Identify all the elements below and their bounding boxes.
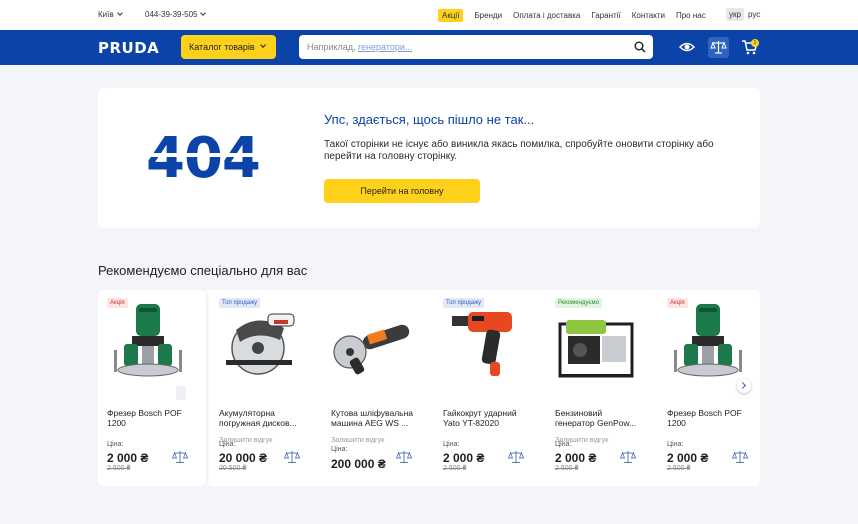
product-price: 20 000 ₴ <box>219 451 268 465</box>
router-tool-image <box>114 304 182 377</box>
site-logo[interactable]: PRUDA <box>98 39 159 57</box>
product-name[interactable]: Фрезер Bosch POF 1200 <box>107 408 195 428</box>
scales-icon <box>710 41 727 54</box>
product-name[interactable]: Бензиновий генератор GenPow... <box>555 408 643 428</box>
chevron-down-icon <box>259 42 266 48</box>
compare-icon[interactable] <box>732 450 748 464</box>
language-switcher: укр рус <box>726 8 761 21</box>
chevron-down-icon <box>116 10 123 16</box>
compare-button[interactable] <box>708 37 729 58</box>
generator-image <box>558 320 634 378</box>
recommendations-title: Рекомендуємо спеціально для вас <box>98 263 308 278</box>
error-title: Упс, здається, щось пішло не так... <box>324 112 535 127</box>
product-name[interactable]: Гайкокрут ударний Yato YT-82020 <box>443 408 531 428</box>
price-label: Ціна: <box>219 441 236 448</box>
search-placeholder: Наприклад, генератори... <box>307 42 412 52</box>
search-input[interactable]: Наприклад, генератори... <box>299 35 653 59</box>
product-price: 2 000 ₴ <box>443 451 485 465</box>
price-label: Ціна: <box>555 441 572 448</box>
product-carousel: Акція Фрезер Bosch POF 1200 Ціна: 2 000 … <box>98 290 760 486</box>
product-card[interactable]: Акція Фрезер Bosch POF 1200 Ціна: 2 000 … <box>98 290 206 486</box>
compare-icon[interactable] <box>284 450 300 464</box>
catalog-button[interactable]: Каталог товарів <box>181 35 276 59</box>
product-name[interactable]: Кутова шліфувальна машина AEG WS ... <box>331 408 419 428</box>
price-label: Ціна: <box>331 446 348 453</box>
top-bar: Київ 044-39-39-505 Акції Бренди Оплата і… <box>0 0 858 30</box>
product-price: 2 000 ₴ <box>555 451 597 465</box>
phone-selector[interactable]: 044-39-39-505 <box>145 10 207 19</box>
carousel-next-button[interactable] <box>737 379 751 393</box>
nav-link-warranty[interactable]: Гарантії <box>591 11 620 20</box>
impact-wrench-image <box>452 312 512 376</box>
compare-icon[interactable] <box>172 450 188 464</box>
lang-ukr[interactable]: укр <box>726 8 744 21</box>
compare-icon[interactable] <box>396 450 412 464</box>
search-icon[interactable] <box>634 41 646 53</box>
search-placeholder-prefix: Наприклад, <box>307 42 358 52</box>
phone-number: 044-39-39-505 <box>145 10 198 19</box>
router-tool-image <box>674 304 742 377</box>
product-card[interactable]: Кутова шліфувальна машина AEG WS ... Зал… <box>322 290 430 486</box>
error-code-stripe <box>142 153 260 157</box>
main-header: PRUDA Каталог товарів Наприклад, генерат… <box>0 30 858 65</box>
go-home-button[interactable]: Перейти на головну <box>324 179 480 203</box>
catalog-button-label: Каталог товарів <box>189 42 255 52</box>
product-price: 2 000 ₴ <box>107 451 149 465</box>
price-label: Ціна: <box>443 441 460 448</box>
price-label: Ціна: <box>107 441 124 448</box>
compare-icon[interactable] <box>620 450 636 464</box>
circular-saw-image <box>226 313 295 375</box>
nav-link-contacts[interactable]: Контакти <box>632 11 665 20</box>
product-price: 200 000 ₴ <box>331 457 386 471</box>
old-price: 20 500 ₴ <box>219 465 247 472</box>
top-nav: Акції Бренди Оплата і доставка Гарантії … <box>438 9 706 22</box>
old-price: 2 500 ₴ <box>443 465 467 472</box>
error-code: 404 <box>146 126 261 191</box>
product-name[interactable]: Акумуляторна погружная дисков... <box>219 408 307 428</box>
product-card[interactable]: Топ продажу Гайкокрут ударний Yato YT-82… <box>434 290 542 486</box>
error-card: 404 Упс, здається, щось пішло не так... … <box>98 88 760 228</box>
nav-link-promotions[interactable]: Акції <box>438 9 464 22</box>
old-price: 2 500 ₴ <box>107 465 131 472</box>
old-price: 2 500 ₴ <box>555 465 579 472</box>
product-card[interactable]: Рекомендуємо Бензиновий генератор GenPow… <box>546 290 654 486</box>
eye-icon[interactable] <box>678 38 696 56</box>
product-price: 2 000 ₴ <box>667 451 709 465</box>
error-description: Такої сторінки не існує або виникла якас… <box>324 139 714 162</box>
chevron-down-icon <box>200 10 207 16</box>
angle-grinder-image <box>333 324 410 375</box>
lang-rus[interactable]: рус <box>747 8 761 21</box>
compare-icon[interactable] <box>508 450 524 464</box>
city-selector[interactable]: Київ <box>98 10 123 19</box>
nav-link-about[interactable]: Про нас <box>676 11 706 20</box>
leave-review-link[interactable]: Залишити відгук <box>331 437 384 444</box>
image-thumb-indicator <box>176 386 186 400</box>
nav-link-brands[interactable]: Бренди <box>474 11 502 20</box>
city-label: Київ <box>98 10 114 19</box>
old-price: 2 500 ₴ <box>667 465 691 472</box>
product-name[interactable]: Фрезер Bosch POF 1200 <box>667 408 755 428</box>
chevron-right-icon <box>738 381 747 390</box>
product-card[interactable]: Топ продажу Акумуляторна погружная диско… <box>210 290 318 486</box>
nav-link-payment-delivery[interactable]: Оплата і доставка <box>513 11 580 20</box>
search-placeholder-example: генератори... <box>357 42 413 52</box>
price-label: Ціна: <box>667 441 684 448</box>
cart-count-badge: 1 <box>751 39 759 47</box>
